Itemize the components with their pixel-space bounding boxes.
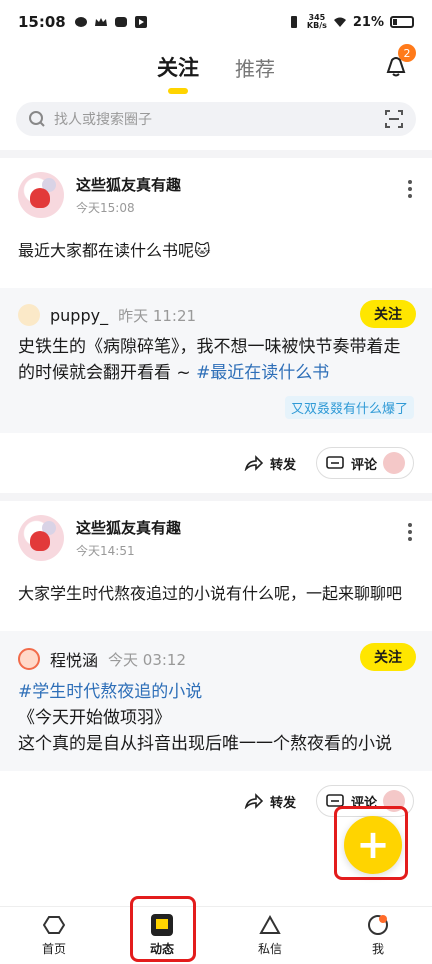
post-author[interactable]: 这些狐友真有趣 <box>76 517 181 538</box>
tab-following[interactable]: 关注 <box>157 52 199 82</box>
more-options-icon[interactable] <box>408 180 412 198</box>
share-icon <box>244 793 264 809</box>
highlight-box <box>130 896 196 962</box>
share-button[interactable]: 转发 <box>244 454 296 473</box>
quote-line: 《今天开始做项羽》 <box>18 708 171 728</box>
nav-messages-label: 私信 <box>257 942 282 956</box>
network-speed: 345 KB/s <box>306 13 327 30</box>
more-options-icon[interactable] <box>408 523 412 541</box>
quoted-post[interactable]: puppy_ 昨天 11:21 关注 史铁生的《病隙碎笔》，我不想一味被快节奏带… <box>0 288 432 433</box>
nav-home-label: 首页 <box>41 942 66 956</box>
comment-label: 评论 <box>350 457 377 473</box>
play-icon <box>134 16 147 28</box>
quote-body: 史铁生的《病隙碎笔》，我不想一味被快节奏带着走的时候就会翻开看看 ~ #最近在读… <box>18 334 414 386</box>
battery-icon <box>390 16 414 28</box>
bottom-nav: 首页 动态 私信 我 <box>0 906 432 964</box>
post-text: 大家学生时代熬夜追过的小说有什么呢，一起来聊聊吧 <box>18 584 403 603</box>
section-divider <box>0 493 432 501</box>
vibrate-icon <box>290 16 297 28</box>
crown-icon <box>94 18 107 26</box>
avatar[interactable] <box>18 648 40 670</box>
wifi-icon <box>333 17 346 27</box>
search-icon <box>29 111 45 127</box>
home-icon <box>43 916 65 934</box>
status-right: 345 KB/s 21% <box>287 14 414 30</box>
avatar[interactable] <box>18 515 64 561</box>
nav-home[interactable]: 首页 <box>0 907 108 964</box>
avatar[interactable] <box>18 172 64 218</box>
message-icon <box>259 914 281 934</box>
battery-text: 21% <box>352 14 384 30</box>
nav-me-label: 我 <box>371 942 384 956</box>
share-icon <box>244 455 264 471</box>
post-time: 今天14:51 <box>76 544 135 558</box>
comment-icon <box>326 456 344 469</box>
share-label: 转发 <box>269 795 296 811</box>
quote-body: #学生时代熬夜追的小说 《今天开始做项羽》 这个真的是自从抖音出现后唯一一个熬夜… <box>18 679 414 757</box>
section-divider <box>0 150 432 158</box>
post-card[interactable]: 这些狐友真有趣 今天14:51 大家学生时代熬夜追过的小说有什么呢，一起来聊聊吧… <box>0 501 432 831</box>
notification-dot <box>379 915 387 923</box>
hashtag-link[interactable]: #学生时代熬夜追的小说 <box>18 679 414 705</box>
quote-author[interactable]: puppy_ <box>50 306 108 325</box>
quote-time: 昨天 11:21 <box>118 306 197 325</box>
app-icon <box>114 17 127 27</box>
status-bar: 15:08 345 KB/s 21% <box>0 0 432 44</box>
notification-badge: 2 <box>398 44 416 62</box>
status-time: 15:08 <box>18 13 66 31</box>
search-placeholder: 找人或搜索圈子 <box>54 112 152 128</box>
quote-line: 这个真的是自从抖音出现后唯一一个熬夜看的小说 <box>18 734 392 754</box>
post-card[interactable]: 这些狐友真有趣 今天15:08 最近大家都在读什么书呢🐱 puppy_ 昨天 1… <box>0 158 432 493</box>
scan-icon[interactable] <box>384 109 404 129</box>
post-actions: 转发 评论 <box>0 433 432 493</box>
follow-button[interactable]: 关注 <box>360 300 416 328</box>
topic-tag[interactable]: 又双叒叕有什么爆了 <box>284 396 414 419</box>
nav-messages[interactable]: 私信 <box>216 907 324 964</box>
highlight-box <box>334 806 408 880</box>
post-time: 今天15:08 <box>76 201 135 215</box>
search-bar[interactable]: 找人或搜索圈子 <box>16 102 416 136</box>
nav-me[interactable]: 我 <box>324 907 432 964</box>
hashtag-link[interactable]: #最近在读什么书 <box>196 363 329 383</box>
quote-time: 今天 03:12 <box>108 650 187 669</box>
post-text: 最近大家都在读什么书呢🐱 <box>18 241 211 260</box>
notification-button[interactable]: 2 <box>382 44 416 80</box>
follow-button[interactable]: 关注 <box>360 643 416 671</box>
avatar[interactable] <box>18 304 40 326</box>
share-button[interactable]: 转发 <box>244 792 296 811</box>
share-label: 转发 <box>269 457 296 473</box>
comment-button[interactable]: 评论 <box>315 447 414 479</box>
quote-author[interactable]: 程悦涵 <box>50 647 98 671</box>
top-tab-bar: 关注 推荐 2 <box>0 44 432 90</box>
avatar <box>383 452 405 474</box>
chat-icon <box>74 17 87 27</box>
status-left-icons <box>74 16 148 28</box>
tab-recommend[interactable]: 推荐 <box>235 53 275 82</box>
quoted-post[interactable]: 程悦涵 今天 03:12 关注 #学生时代熬夜追的小说 《今天开始做项羽》 这个… <box>0 631 432 771</box>
post-author[interactable]: 这些狐友真有趣 <box>76 174 181 195</box>
